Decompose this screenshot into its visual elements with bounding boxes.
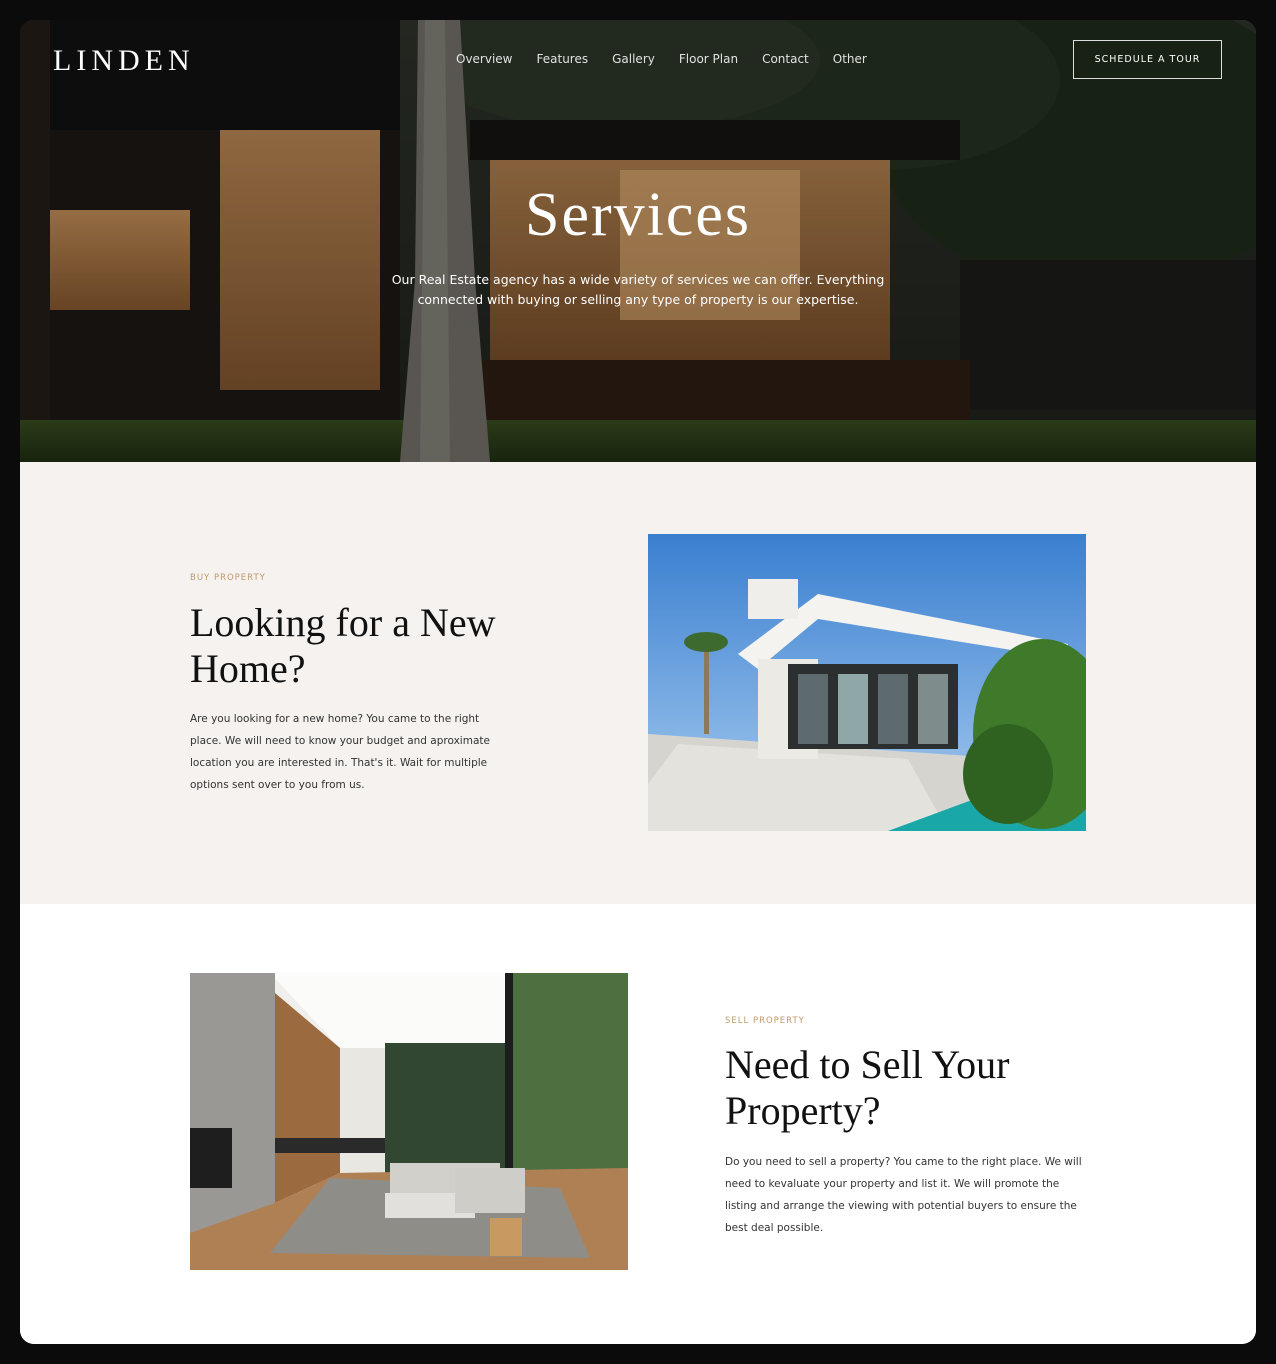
- hero-subtitle: Our Real Estate agency has a wide variet…: [391, 272, 885, 307]
- buy-property-section: BUY PROPERTY Looking for a New Home? Are…: [20, 462, 1256, 904]
- nav-link-contact[interactable]: Contact: [762, 52, 809, 66]
- nav-link-features[interactable]: Features: [537, 52, 589, 66]
- nav-link-overview[interactable]: Overview: [456, 52, 513, 66]
- schedule-tour-button[interactable]: SCHEDULE A TOUR: [1073, 40, 1222, 79]
- sell-property-image: [190, 973, 628, 1270]
- hero-section: LINDEN Overview Features Gallery Floor P…: [20, 20, 1256, 462]
- sell-property-section: SELL PROPERTY Need to Sell Your Property…: [20, 904, 1256, 1344]
- hero-title: Services: [524, 181, 752, 249]
- sell-heading: Need to Sell Your Property?: [725, 1042, 1010, 1133]
- sell-description: Do you need to sell a property? You came…: [725, 1156, 1082, 1234]
- nav-link-other[interactable]: Other: [833, 52, 867, 66]
- buy-property-image: [648, 534, 1086, 831]
- brand-logo[interactable]: LINDEN: [53, 44, 195, 78]
- buy-description: Are you looking for a new home? You came…: [190, 713, 490, 791]
- top-navigation: LINDEN Overview Features Gallery Floor P…: [20, 20, 1256, 100]
- main-menu: Overview Features Gallery Floor Plan Con…: [456, 52, 891, 66]
- nav-link-floor-plan[interactable]: Floor Plan: [679, 52, 738, 66]
- buy-heading: Looking for a New Home?: [190, 600, 496, 691]
- nav-link-gallery[interactable]: Gallery: [612, 52, 655, 66]
- buy-eyebrow: BUY PROPERTY: [190, 573, 266, 583]
- page: LINDEN Overview Features Gallery Floor P…: [20, 20, 1256, 1344]
- sell-eyebrow: SELL PROPERTY: [725, 1016, 805, 1026]
